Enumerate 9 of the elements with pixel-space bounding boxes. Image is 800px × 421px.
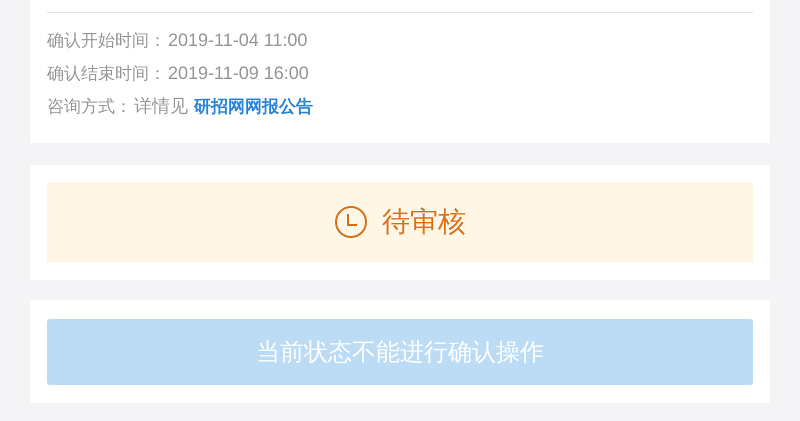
announcement-link[interactable]: 研招网网报公告 (194, 95, 313, 118)
field-label: 确认开始时间： (47, 30, 166, 52)
field-value: 2019-11-04 11:00 (168, 30, 308, 51)
field-value: 详情见 (134, 95, 188, 118)
clock-icon (334, 204, 368, 238)
status-text: 待审核 (382, 204, 466, 240)
field-value: 2019-11-09 16:00 (168, 62, 309, 84)
field-label: 确认结束时间： (47, 62, 166, 84)
field-label: 咨询方式： (47, 96, 132, 118)
